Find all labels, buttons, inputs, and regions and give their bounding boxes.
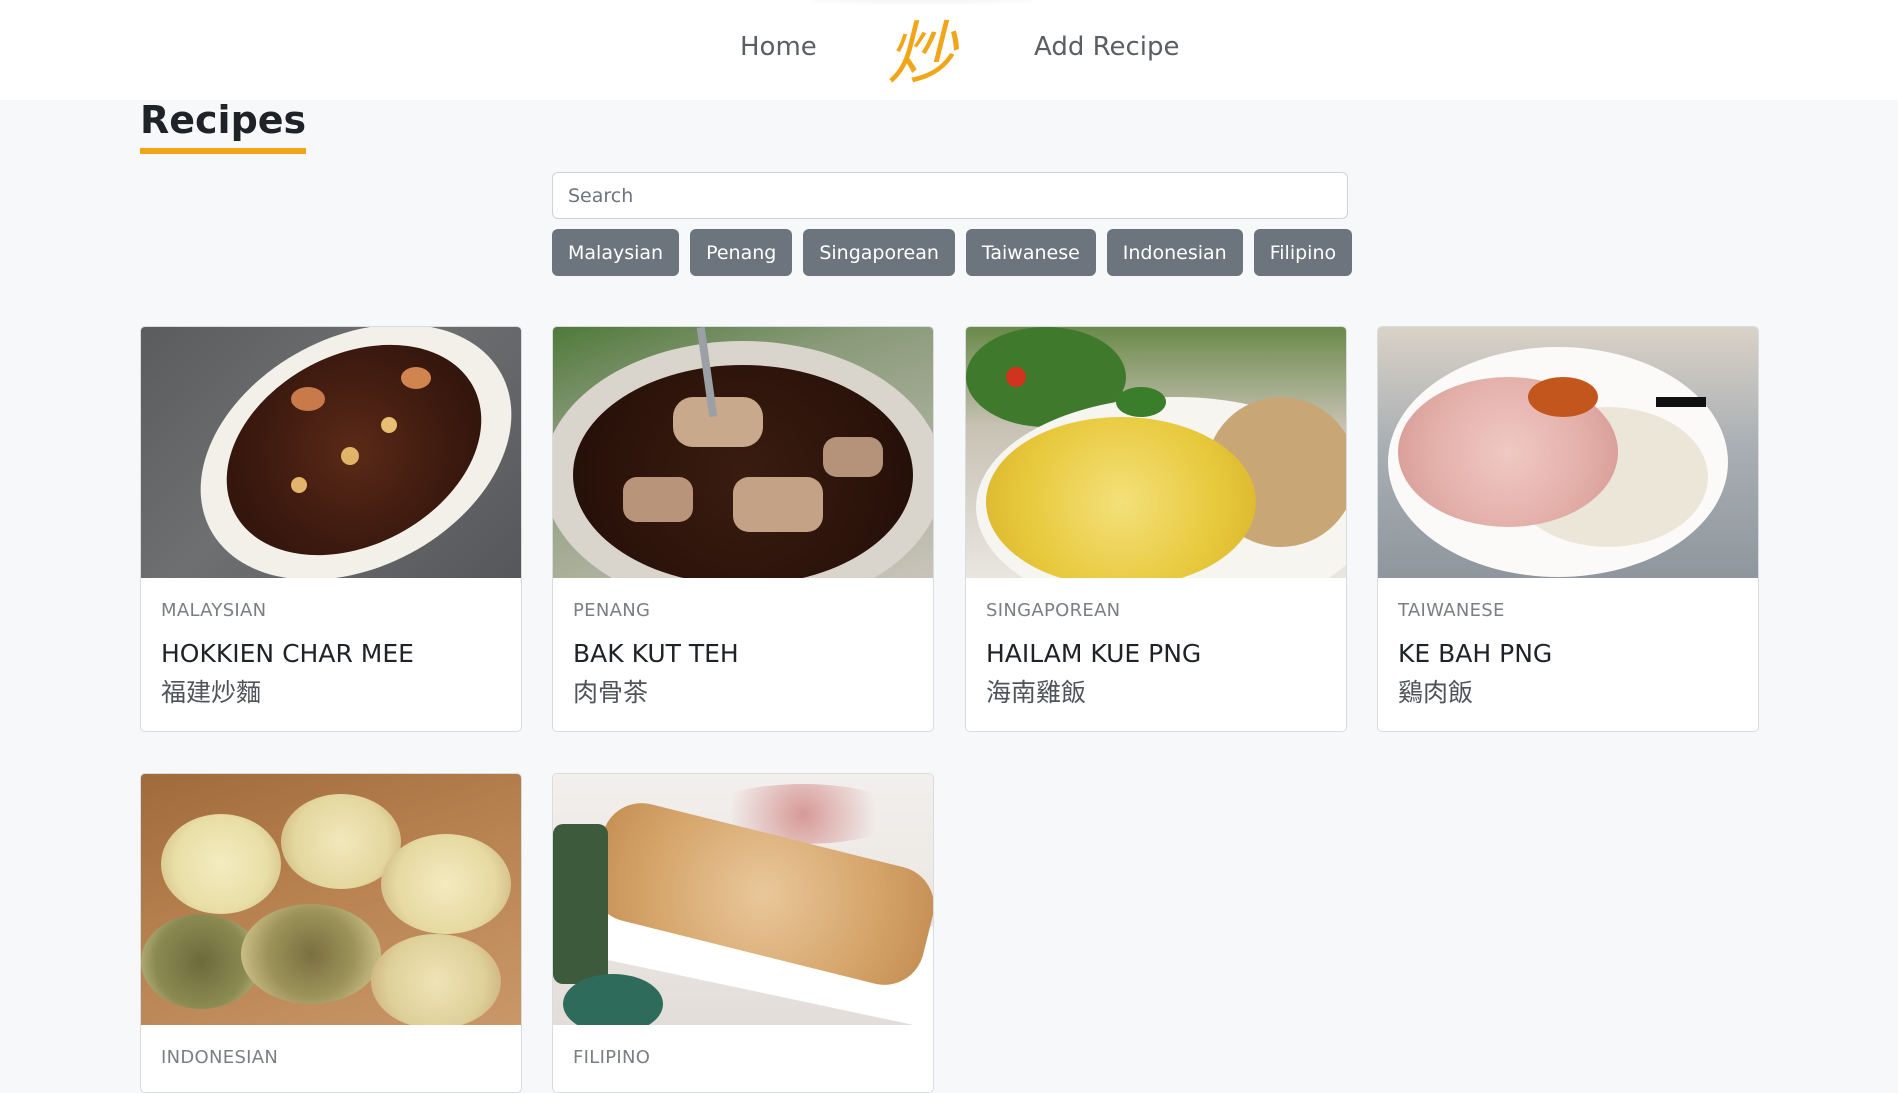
- recipe-name[interactable]: HOKKIEN CHAR MEE: [161, 638, 501, 670]
- filter-singaporean-button[interactable]: Singaporean: [803, 229, 955, 276]
- recipe-cuisine: MALAYSIAN: [161, 600, 267, 621]
- recipe-cuisine: SINGAPOREAN: [986, 600, 1121, 621]
- recipe-chinese-name: 鷄肉飯: [1398, 678, 1474, 707]
- filter-malaysian-button[interactable]: Malaysian: [552, 229, 680, 276]
- recipe-name[interactable]: HAILAM KUE PNG: [986, 638, 1326, 670]
- recipe-card[interactable]: INDONESIAN: [140, 773, 522, 1093]
- recipe-card[interactable]: PENANG BAK KUT TEH 肉骨茶: [552, 326, 934, 732]
- recipe-name[interactable]: KE BAH PNG: [1398, 638, 1738, 670]
- hailam-kue-png-photo[interactable]: [966, 327, 1346, 578]
- search-input[interactable]: [552, 172, 1348, 219]
- filipino-dessert-photo[interactable]: [553, 774, 933, 1025]
- recipe-chinese-name: 福建炒麵: [161, 678, 262, 707]
- nav-add-recipe-link[interactable]: Add Recipe: [1034, 32, 1180, 62]
- recipe-chinese-name: 海南雞飯: [986, 678, 1087, 707]
- nav-home-link[interactable]: Home: [740, 32, 817, 62]
- recipe-card[interactable]: MALAYSIAN HOKKIEN CHAR MEE 福建炒麵: [140, 326, 522, 732]
- bak-kut-teh-photo[interactable]: [553, 327, 933, 578]
- cuisine-filter-bar: Malaysian Penang Singaporean Taiwanese I…: [552, 229, 1353, 276]
- recipe-card[interactable]: TAIWANESE KE BAH PNG 鷄肉飯: [1377, 326, 1759, 732]
- recipe-chinese-name: 肉骨茶: [573, 678, 649, 707]
- recipe-cuisine: INDONESIAN: [161, 1047, 279, 1068]
- hokkien-char-mee-photo[interactable]: [141, 327, 521, 578]
- recipe-card[interactable]: SINGAPOREAN HAILAM KUE PNG 海南雞飯: [965, 326, 1347, 732]
- recipe-card[interactable]: FILIPINO: [552, 773, 934, 1093]
- filter-taiwanese-button[interactable]: Taiwanese: [965, 229, 1096, 276]
- page-title: Recipes: [140, 96, 307, 154]
- filter-penang-button[interactable]: Penang: [690, 229, 793, 276]
- filter-filipino-button[interactable]: Filipino: [1253, 229, 1353, 276]
- recipe-cuisine: TAIWANESE: [1398, 600, 1505, 621]
- brand-logo[interactable]: 炒: [880, 6, 962, 94]
- recipe-name[interactable]: BAK KUT TEH: [573, 638, 913, 670]
- filter-indonesian-button[interactable]: Indonesian: [1106, 229, 1243, 276]
- recipe-cuisine: PENANG: [573, 600, 651, 621]
- indonesian-pastry-photo[interactable]: [141, 774, 521, 1025]
- recipe-cuisine: FILIPINO: [573, 1047, 651, 1068]
- ke-bah-png-photo[interactable]: [1378, 327, 1758, 578]
- top-navbar: Home 炒 Add Recipe: [0, 0, 1898, 100]
